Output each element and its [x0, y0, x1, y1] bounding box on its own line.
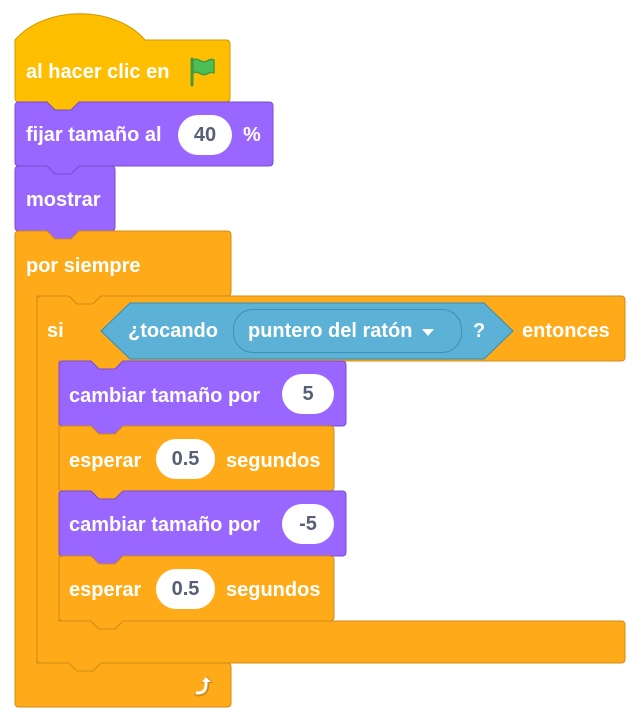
change-size-input-1[interactable]: 5	[282, 374, 334, 414]
wait-label-1: esperar	[69, 450, 142, 472]
change-size-input-2[interactable]: -5	[282, 504, 334, 544]
wait-value-1: 0.5	[171, 448, 200, 470]
seconds-label-2: segundos	[226, 579, 321, 601]
loop-arrow-icon	[194, 676, 213, 697]
wait-input-1[interactable]: 0.5	[156, 439, 215, 479]
when-flag-clicked-label: al hacer clic en	[26, 61, 170, 83]
set-size-input[interactable]: 40	[178, 115, 232, 155]
touching-target-value: puntero del ratón	[248, 319, 413, 342]
dropdown-arrow-icon	[422, 328, 435, 336]
show-label: mostrar	[26, 189, 101, 211]
question-mark-label: ?	[473, 320, 486, 342]
touching-target-dropdown[interactable]: puntero del ratón	[233, 309, 462, 353]
change-size-label-2: cambiar tamaño por	[69, 514, 261, 536]
touching-label: ¿tocando	[128, 320, 218, 342]
if-label: si	[47, 320, 64, 342]
code-area: al hacer clic en fijar tamaño al 40 % mo…	[0, 0, 644, 724]
set-size-value: 40	[193, 124, 217, 146]
change-size-label-1: cambiar tamaño por	[69, 385, 261, 407]
green-flag-icon	[190, 57, 215, 87]
set-size-label: fijar tamaño al	[26, 124, 162, 146]
wait-input-2[interactable]: 0.5	[156, 569, 215, 609]
seconds-label-1: segundos	[226, 450, 321, 472]
wait-value-2: 0.5	[171, 578, 200, 600]
block-shapes	[14, 13, 626, 708]
percent-label: %	[243, 124, 261, 146]
change-size-value-1: 5	[302, 383, 314, 405]
change-size-value-2: -5	[299, 513, 317, 535]
forever-label: por siempre	[26, 255, 141, 277]
then-label: entonces	[522, 320, 610, 342]
wait-label-2: esperar	[69, 579, 142, 601]
